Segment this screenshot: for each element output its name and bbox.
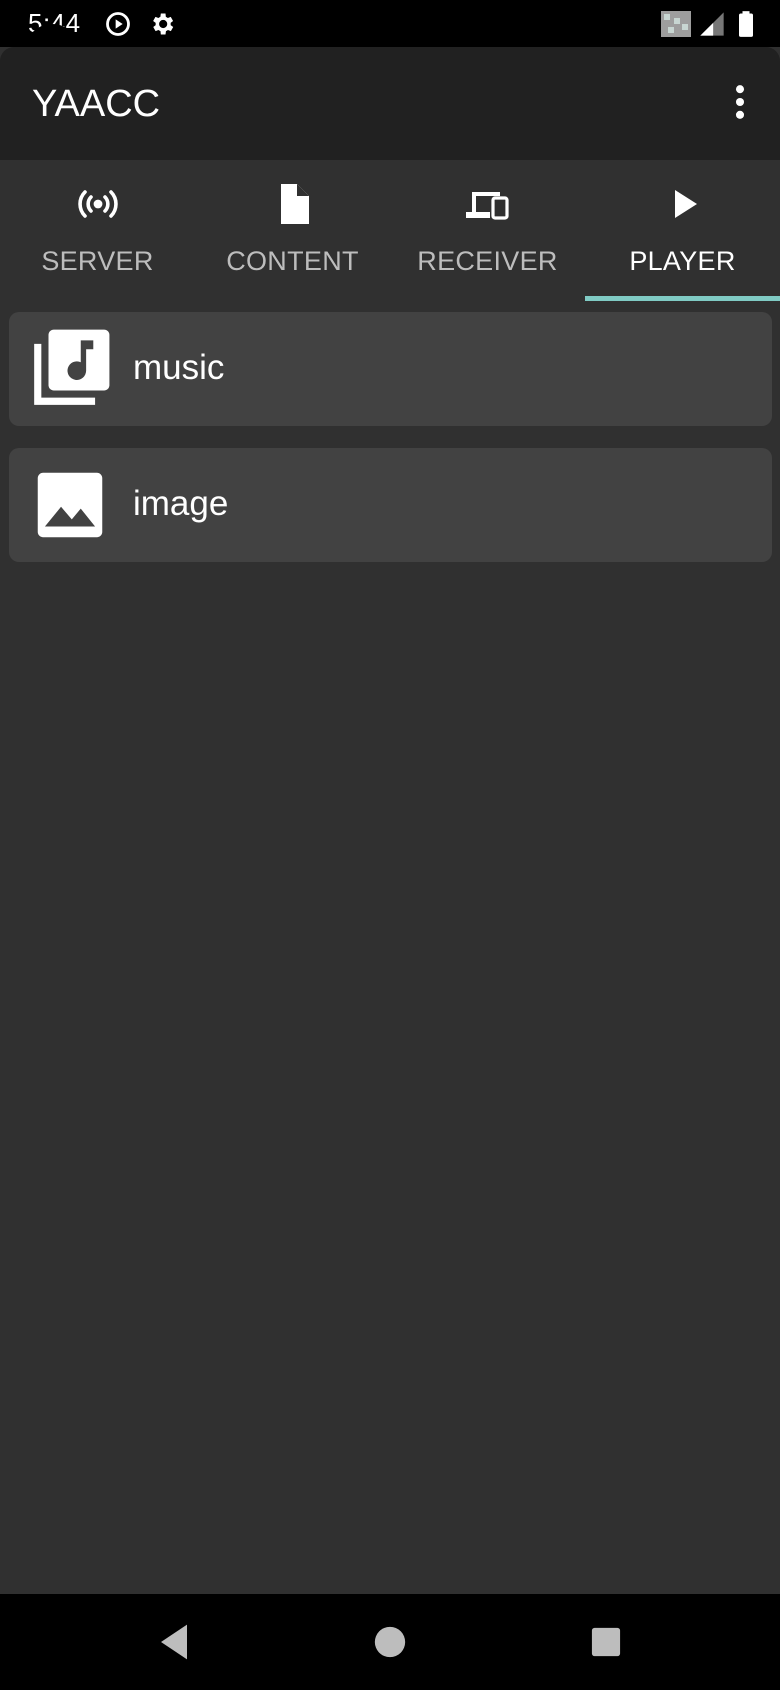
- list-item-image[interactable]: image: [9, 448, 772, 562]
- gear-icon: [153, 13, 174, 35]
- status-bar: 5:44: [0, 0, 780, 47]
- tab-player[interactable]: PLAYER: [585, 160, 780, 302]
- tab-label: CONTENT: [226, 246, 359, 276]
- recents-icon[interactable]: [580, 1616, 632, 1668]
- devices-icon: [465, 192, 509, 220]
- tab-label: SERVER: [41, 246, 154, 276]
- list-item-label: image: [133, 484, 229, 523]
- play-icon: [674, 190, 697, 218]
- tab-receiver[interactable]: RECEIVER: [390, 160, 585, 302]
- play-circle-icon: [106, 12, 130, 36]
- image-icon: [37, 472, 103, 538]
- cell-signal-icon: [700, 12, 724, 36]
- active-tab-indicator: [585, 296, 780, 301]
- tab-label: PLAYER: [629, 246, 736, 276]
- home-icon[interactable]: [364, 1616, 416, 1668]
- system-nav-bar: [0, 1594, 780, 1690]
- tab-bar: SERVER CONTENT RECEIVER PLAYER: [0, 160, 780, 302]
- wifi-signal-icon: [661, 11, 691, 37]
- list-item-music[interactable]: music: [9, 312, 772, 426]
- app-title: YAACC: [32, 83, 161, 125]
- more-vert-icon[interactable]: [718, 77, 762, 127]
- app-bar: YAACC: [0, 47, 780, 160]
- tab-content[interactable]: CONTENT: [195, 160, 390, 302]
- battery-icon: [739, 11, 753, 37]
- tab-label: RECEIVER: [417, 246, 558, 276]
- music-library-icon: [34, 329, 110, 405]
- list-item-label: music: [133, 348, 225, 387]
- broadcast-icon: [77, 190, 118, 218]
- back-icon[interactable]: [148, 1616, 200, 1668]
- tab-server[interactable]: SERVER: [0, 160, 195, 302]
- file-icon: [280, 184, 309, 224]
